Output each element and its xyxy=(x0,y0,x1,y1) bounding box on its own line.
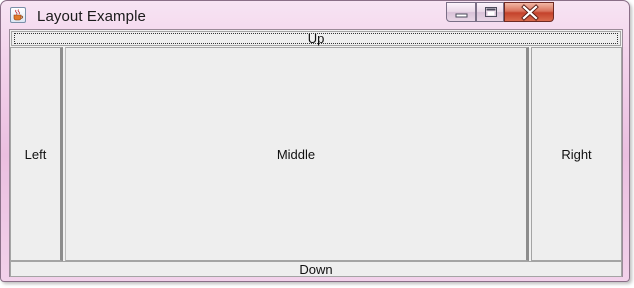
java-cup-icon[interactable] xyxy=(10,7,26,23)
right-button-label: Right xyxy=(561,146,592,162)
border-layout-panel: Up Left Middle Right Down xyxy=(9,29,623,277)
maximize-icon xyxy=(485,7,497,17)
up-button[interactable]: Up xyxy=(11,31,621,46)
down-button-label: Down xyxy=(299,261,333,277)
maximize-button[interactable] xyxy=(476,2,504,22)
right-button[interactable]: Right xyxy=(531,47,622,261)
title-bar[interactable]: Layout Example xyxy=(1,1,629,29)
close-button[interactable] xyxy=(504,2,554,22)
close-icon xyxy=(521,4,539,21)
down-button[interactable]: Down xyxy=(10,261,622,277)
app-window: Layout Example Up Left Middle Right Down xyxy=(0,0,630,282)
window-title: Layout Example xyxy=(37,8,146,25)
minimize-button[interactable] xyxy=(446,2,476,22)
middle-button[interactable]: Middle xyxy=(65,47,529,261)
left-button[interactable]: Left xyxy=(10,47,63,261)
minimize-icon xyxy=(455,13,468,18)
middle-button-label: Middle xyxy=(276,146,316,162)
left-button-label: Left xyxy=(24,146,47,162)
up-button-label: Up xyxy=(307,31,325,46)
